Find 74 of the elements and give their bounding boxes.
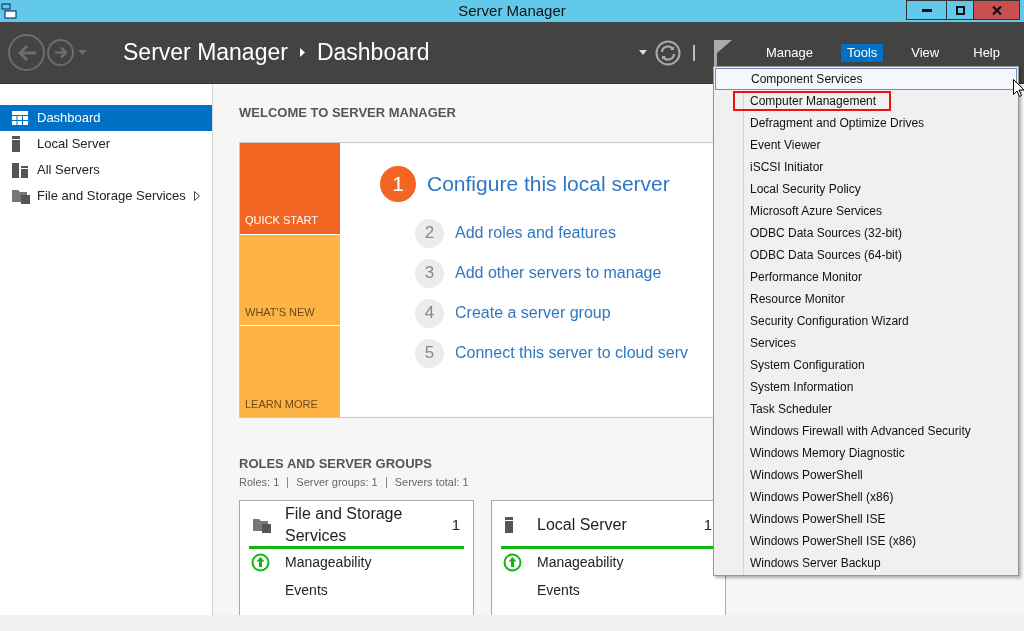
role-card[interactable]: File and Storage Services 1 Manageability Events <box>239 499 474 615</box>
step-link[interactable]: Create a server group <box>455 301 611 325</box>
servers-icon <box>12 162 28 178</box>
card-title: Local Server <box>537 515 628 535</box>
folder-icon <box>12 188 30 204</box>
close-icon <box>991 5 1002 15</box>
step-number: 4 <box>415 298 444 328</box>
menu-item[interactable]: System Information <box>715 376 1017 398</box>
dashboard-icon <box>12 111 28 125</box>
forward-arrow-icon <box>53 46 68 59</box>
minimize-button[interactable] <box>906 0 947 20</box>
expand-arrow-icon[interactable] <box>193 191 200 201</box>
sidebar-item[interactable]: File and Storage Services <box>0 183 212 209</box>
close-button[interactable] <box>973 0 1020 20</box>
menu-item[interactable]: Resource Monitor <box>715 288 1017 310</box>
step-number: 2 <box>415 218 444 248</box>
summary-text: Servers total: 1 <box>394 475 469 490</box>
menu-item[interactable]: Event Viewer <box>715 134 1017 156</box>
sidebar-item[interactable]: Dashboard <box>0 105 212 131</box>
card-row-label[interactable]: Events <box>285 580 328 601</box>
menu-item[interactable]: Manage <box>759 43 819 62</box>
step-link[interactable]: Configure this local server <box>427 168 670 200</box>
menu-item[interactable]: Computer Management <box>715 90 1017 112</box>
folder-icon <box>253 517 271 533</box>
menu-item[interactable]: Services <box>715 332 1017 354</box>
menu-item[interactable]: Windows PowerShell <box>715 464 1017 486</box>
menu-item[interactable]: Windows Firewall with Advanced Security <box>715 420 1017 442</box>
card-row-label[interactable]: Manageability <box>285 552 372 573</box>
refresh-icon[interactable] <box>654 39 681 66</box>
tile[interactable]: LEARN MORE <box>240 326 340 417</box>
card-row-label[interactable]: Events <box>537 580 580 601</box>
menu-item[interactable]: Windows Memory Diagnostic <box>715 442 1017 464</box>
role-card[interactable]: Local Server 1 Manageability Events <box>491 499 726 615</box>
flag-icon[interactable] <box>713 39 732 66</box>
menu-item[interactable]: iSCSI Initiator <box>715 156 1017 178</box>
menu-item[interactable]: Local Security Policy <box>715 178 1017 200</box>
back-arrow-icon <box>16 43 37 62</box>
menu-item[interactable]: View <box>905 43 946 62</box>
menu-item[interactable]: System Configuration <box>715 354 1017 376</box>
step-number: 3 <box>415 258 444 288</box>
breadcrumb-item: Dashboard <box>316 38 430 68</box>
menu-item[interactable]: Microsoft Azure Services <box>715 200 1017 222</box>
server-icon <box>12 136 20 152</box>
card-count: 1 <box>451 514 460 535</box>
app-icon <box>1 3 17 19</box>
breadcrumb-separator-icon <box>299 48 305 57</box>
menu-item[interactable]: Tools <box>840 43 884 62</box>
menu-item[interactable]: Security Configuration Wizard <box>715 310 1017 332</box>
card-title: File and Storage Services <box>285 504 404 546</box>
sidebar-item[interactable]: Local Server <box>0 131 212 157</box>
section-heading: WELCOME TO SERVER MANAGER <box>239 105 457 121</box>
section-heading: ROLES AND SERVER GROUPS <box>239 456 433 472</box>
breadcrumb-item[interactable]: Server Manager <box>123 35 288 70</box>
card-count: 1 <box>703 514 712 535</box>
sidebar-item[interactable]: All Servers <box>0 157 212 183</box>
step-link[interactable]: Connect this server to cloud serv <box>455 341 688 365</box>
summary-text: Server groups: 1 <box>296 475 378 490</box>
menu-item[interactable]: Help <box>967 43 1006 62</box>
step-link[interactable]: Add other servers to manage <box>455 261 662 285</box>
tile[interactable]: WHAT'S NEW <box>240 234 340 326</box>
menu-item[interactable]: Component Services <box>715 68 1017 90</box>
summary-text: Roles: 1 <box>239 475 280 490</box>
menu-item[interactable]: Performance Monitor <box>715 266 1017 288</box>
dropdown-caret-icon[interactable] <box>638 50 647 55</box>
menu-item[interactable]: ODBC Data Sources (64-bit) <box>715 244 1017 266</box>
step-number: 1 <box>380 166 416 202</box>
menu-item[interactable]: Task Scheduler <box>715 398 1017 420</box>
card-row-label[interactable]: Manageability <box>537 552 624 573</box>
step-link[interactable]: Add roles and features <box>455 221 616 245</box>
menu-item[interactable]: Defragment and Optimize Drives <box>715 112 1017 134</box>
window-title: Server Manager <box>458 0 566 21</box>
server-icon <box>505 517 513 533</box>
menu-item[interactable]: ODBC Data Sources (32-bit) <box>715 222 1017 244</box>
step-number: 5 <box>415 338 444 368</box>
